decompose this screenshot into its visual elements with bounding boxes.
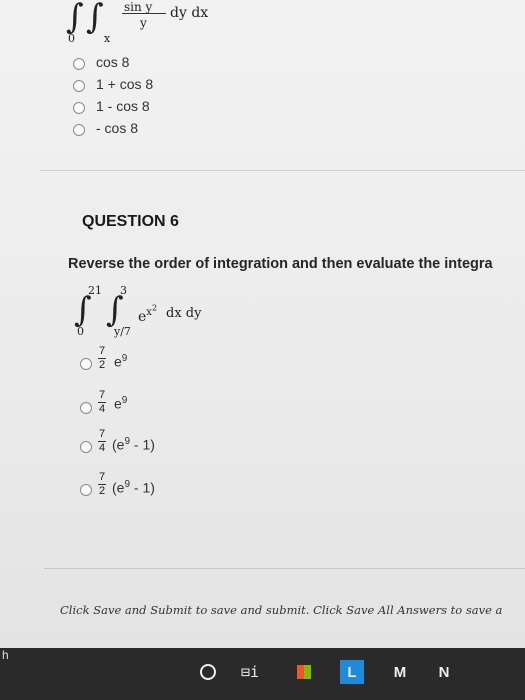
- inner-integral-sign: ∫: [86, 0, 104, 37]
- radio-prev-option-3[interactable]: [73, 102, 85, 114]
- option-2-numerator: 7: [98, 389, 106, 401]
- radio-option-1[interactable]: [80, 358, 92, 370]
- option-3-expression: (e9 - 1): [112, 436, 155, 453]
- footer-divider: [44, 568, 525, 569]
- q6-differentials: dx dy: [166, 306, 202, 321]
- option-1-expr: e: [114, 353, 122, 370]
- option-1-denominator: 2: [98, 359, 106, 371]
- option-4-fraction: 72: [98, 472, 106, 497]
- option-2-denominator: 4: [98, 403, 106, 415]
- outer-lower-limit: 0: [68, 32, 75, 45]
- option-3-numerator: 7: [98, 428, 106, 440]
- prev-option-1-label: cos 8: [96, 54, 130, 70]
- option-1-fraction: 72: [98, 346, 106, 371]
- q6-exponent-power: 2: [151, 304, 158, 313]
- option-2-power: 9: [121, 395, 128, 406]
- option-4-expression: (e9 - 1): [112, 479, 155, 496]
- radio-prev-option-2[interactable]: [73, 80, 85, 92]
- app-n-icon[interactable]: N: [432, 660, 456, 684]
- q6-inner-lower-limit: y/7: [114, 325, 131, 338]
- save-instructions: Click Save and Submit to save and submit…: [60, 603, 503, 617]
- question-prompt: Reverse the order of integration and the…: [68, 256, 493, 272]
- option-1-power: 9: [121, 353, 128, 364]
- option-2-expr: e: [114, 395, 122, 412]
- differentials: dy dx: [170, 5, 209, 21]
- q6-outer-lower-limit: 0: [77, 325, 84, 338]
- prev-option-3-label: 1 - cos 8: [96, 98, 150, 114]
- store-icon[interactable]: [292, 660, 316, 684]
- option-3-expr: (e: [112, 436, 125, 453]
- radio-prev-option-1[interactable]: [73, 58, 85, 70]
- integrand-denominator: y: [140, 16, 147, 30]
- taskbar: ⊟i L M N: [0, 648, 525, 700]
- option-2-expression: e9: [114, 395, 127, 412]
- radio-prev-option-4[interactable]: [73, 124, 85, 136]
- mail-icon[interactable]: M: [388, 660, 412, 684]
- inner-lower-limit: x: [104, 32, 111, 45]
- option-1-expression: e9: [114, 353, 127, 370]
- left-edge-fragment: h: [0, 648, 16, 700]
- option-3-denominator: 4: [98, 442, 106, 454]
- prev-option-2-label: 1 + cos 8: [96, 76, 154, 92]
- option-3-fraction: 74: [98, 429, 106, 454]
- option-4-expr: (e: [112, 479, 125, 496]
- quiz-page: ∫ ∫ 0 x sin y y dy dx cos 8 1 + cos 8 1 …: [0, 0, 525, 648]
- outer-integral-sign: ∫: [66, 0, 84, 37]
- integrand-numerator: sin y: [124, 0, 153, 14]
- q6-outer-integral-sign: ∫: [74, 290, 92, 330]
- task-view-icon[interactable]: ⊟i: [238, 660, 262, 684]
- option-3-tail: - 1): [130, 436, 155, 453]
- radio-option-4[interactable]: [80, 484, 92, 496]
- option-2-fraction: 74: [98, 390, 106, 415]
- q6-integrand: ex2: [138, 304, 157, 325]
- radio-option-2[interactable]: [80, 402, 92, 414]
- option-4-tail: - 1): [130, 479, 155, 496]
- option-4-denominator: 2: [98, 485, 106, 497]
- q6-inner-integral-sign: ∫: [106, 290, 124, 330]
- option-4-numerator: 7: [98, 471, 106, 483]
- app-l-icon[interactable]: L: [340, 660, 364, 684]
- question-title: QUESTION 6: [82, 213, 179, 230]
- question-divider: [40, 170, 525, 171]
- prev-option-4-label: - cos 8: [96, 120, 139, 136]
- option-1-numerator: 7: [98, 345, 106, 357]
- cortana-icon[interactable]: [196, 660, 220, 684]
- fraction-bar: [122, 13, 166, 14]
- radio-option-3[interactable]: [80, 441, 92, 453]
